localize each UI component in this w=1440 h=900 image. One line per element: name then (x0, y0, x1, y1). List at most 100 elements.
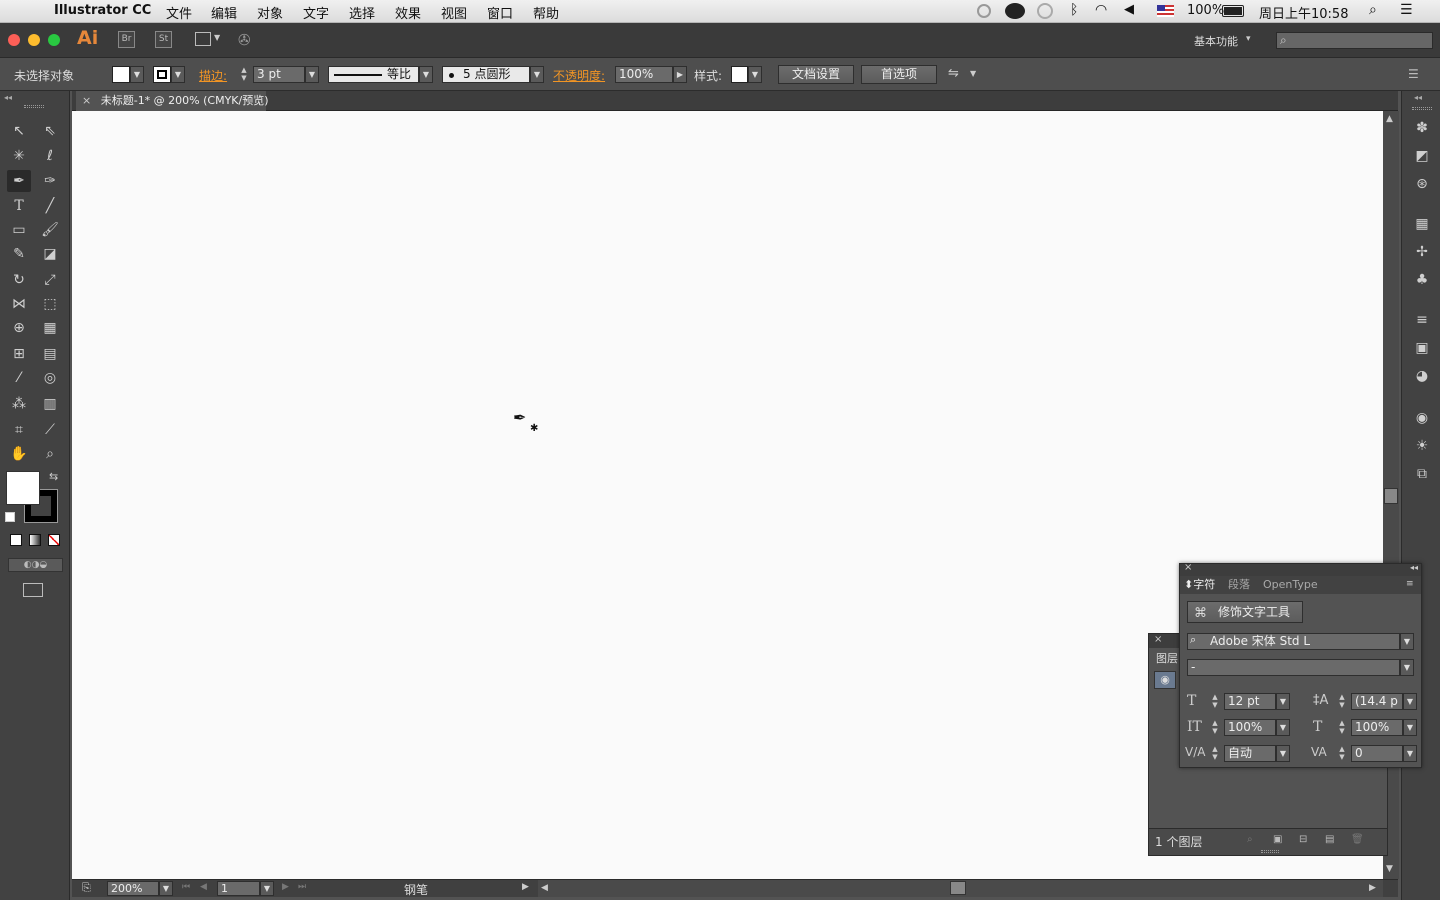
gradient-panel-icon[interactable]: ▣ (1411, 338, 1433, 358)
toolbox-grip[interactable] (24, 105, 44, 108)
zoom-level-field[interactable]: 200% (107, 881, 159, 896)
artboard-number-field[interactable]: 1 (217, 881, 260, 896)
selection-tool-icon[interactable]: ↖ (7, 120, 31, 142)
menu-view[interactable]: 视图 (441, 3, 467, 22)
tab-opentype[interactable]: OpenType (1263, 576, 1318, 594)
tracking-dropdown[interactable]: ▼ (1403, 745, 1417, 762)
menu-object[interactable]: 对象 (257, 3, 283, 22)
arrange-documents-icon[interactable] (195, 32, 211, 46)
font-style-dropdown[interactable]: ▼ (1400, 659, 1414, 676)
color-mode-icon[interactable] (10, 534, 22, 546)
creative-cloud-icon[interactable] (1005, 3, 1025, 19)
help-search-input[interactable]: ⌕ (1276, 32, 1433, 49)
kerning-stepper[interactable]: ▲ ▼ (1208, 745, 1222, 762)
horizontal-scale-dropdown[interactable]: ▼ (1403, 719, 1417, 736)
document-tab[interactable]: × 未标题-1* @ 200% (CMYK/预览) (76, 91, 269, 111)
artboard-tool-icon[interactable]: ⌗ (7, 419, 31, 441)
arrange-icon[interactable]: ⇋ (948, 66, 959, 81)
open-in-bridge-icon[interactable]: ⎘ (82, 881, 91, 895)
brush-definition[interactable]: 5 点圆形 (442, 66, 530, 83)
character-titlebar[interactable]: × ◂◂ (1180, 562, 1421, 576)
stroke-label[interactable]: 描边: (199, 67, 227, 84)
horizontal-scrollbar[interactable]: ◀ ▶ (538, 880, 1383, 897)
asset-export-icon[interactable]: ⧉ (1411, 464, 1433, 484)
stroke-panel-icon[interactable]: ≡ (1411, 310, 1433, 330)
workspace-switcher[interactable]: 基本功能 (1194, 33, 1238, 49)
gradient-mode-icon[interactable] (29, 534, 41, 546)
opacity-dropdown[interactable]: ▶ (673, 66, 687, 83)
close-window-button[interactable] (8, 34, 20, 46)
menu-type[interactable]: 文字 (303, 3, 329, 22)
type-tool-icon[interactable]: T (7, 195, 31, 217)
layers-tab[interactable]: 图层 (1156, 650, 1178, 666)
spotlight-icon[interactable]: ⌕ (1369, 2, 1377, 18)
layers-resize-grip[interactable] (1261, 850, 1279, 853)
shaper-tool-icon[interactable]: ✎ (7, 243, 31, 265)
mesh-tool-icon[interactable]: ⊞ (7, 343, 31, 365)
graphic-style-swatch[interactable] (731, 66, 748, 83)
transparency-icon[interactable]: ◕ (1411, 366, 1433, 386)
chevron-down-icon[interactable]: ▼ (214, 33, 220, 42)
collapse-toolbox-icon[interactable]: ◂◂ (4, 93, 12, 102)
default-colors-icon[interactable] (5, 512, 15, 522)
clock[interactable]: 周日上午10:58 (1259, 3, 1348, 22)
lasso-tool-icon[interactable]: ℓ (38, 145, 62, 167)
close-tab-icon[interactable]: × (82, 94, 91, 107)
tab-paragraph[interactable]: 段落 (1228, 576, 1250, 594)
screen-mode-icon[interactable] (23, 583, 43, 597)
arrange-chevron-icon[interactable]: ▼ (970, 69, 976, 78)
scroll-down-icon[interactable]: ▼ (1386, 864, 1393, 874)
brush-dropdown[interactable]: ▼ (530, 66, 544, 83)
menu-effect[interactable]: 效果 (395, 3, 421, 22)
fill-swatch[interactable] (112, 66, 130, 83)
kerning-field[interactable]: 自动 (1224, 745, 1276, 762)
rectangle-tool-icon[interactable]: ▭ (7, 219, 31, 241)
libraries-icon[interactable]: ⊛ (1411, 174, 1433, 194)
wifi-icon[interactable]: ◠ (1095, 2, 1107, 18)
color-guide-icon[interactable]: ◩ (1411, 146, 1433, 166)
profile-dropdown[interactable]: ▼ (419, 66, 433, 83)
us-flag-icon[interactable] (1157, 5, 1174, 17)
leading-stepper[interactable]: ▲ ▼ (1335, 693, 1349, 710)
drawing-modes-icon[interactable]: ◐◑◒ (8, 558, 63, 572)
scroll-right-icon[interactable]: ▶ (1369, 883, 1376, 893)
close-layers-icon[interactable]: × (1154, 634, 1162, 645)
font-size-dropdown[interactable]: ▼ (1276, 693, 1290, 710)
stock-button[interactable]: St (155, 31, 172, 48)
vertical-scale-stepper[interactable]: ▲ ▼ (1208, 719, 1222, 736)
make-clipping-mask-icon[interactable]: ▣ (1273, 834, 1282, 845)
gradient-tool-icon[interactable]: ▤ (38, 343, 62, 365)
vertical-scale-field[interactable]: 100% (1224, 719, 1276, 736)
font-family-dropdown[interactable]: ▼ (1400, 633, 1414, 650)
menu-file[interactable]: 文件 (166, 3, 192, 22)
close-character-icon[interactable]: × (1184, 562, 1192, 573)
prev-artboard-icon[interactable]: ◀ (200, 882, 207, 892)
delete-layer-icon[interactable]: 🗑 (1351, 834, 1364, 845)
menu-help[interactable]: 帮助 (533, 3, 559, 22)
time-machine-icon[interactable] (1037, 3, 1053, 19)
artboard-dropdown[interactable]: ▼ (260, 881, 274, 896)
style-dropdown[interactable]: ▼ (748, 66, 762, 83)
opacity-field[interactable]: 100% (615, 66, 673, 83)
slice-tool-icon[interactable]: ⟋ (38, 419, 62, 441)
curvature-tool-icon[interactable]: ✑ (38, 170, 62, 192)
bluetooth-icon[interactable]: ᛒ (1070, 2, 1078, 18)
zoom-dropdown[interactable]: ▼ (159, 881, 173, 896)
font-family-field[interactable]: Adobe 宋体 Std L (1187, 633, 1400, 650)
dock-grip[interactable] (1412, 107, 1432, 110)
perspective-grid-tool-icon[interactable]: ▦ (38, 317, 62, 339)
paintbrush-tool-icon[interactable]: 🖌 (38, 219, 62, 241)
new-sublayer-icon[interactable]: ⊟ (1299, 834, 1307, 845)
volume-icon[interactable]: ◀ (1124, 2, 1134, 17)
leading-dropdown[interactable]: ▼ (1403, 693, 1417, 710)
gpu-performance-icon[interactable]: ✇ (238, 31, 258, 49)
menu-edit[interactable]: 编辑 (211, 3, 237, 22)
current-tool-name[interactable]: 钢笔 (404, 881, 428, 898)
symbols-icon[interactable]: ♣ (1411, 270, 1433, 290)
stroke-weight-dropdown[interactable]: ▼ (305, 66, 319, 83)
direct-selection-tool-icon[interactable]: ⇖ (38, 120, 62, 142)
blend-tool-icon[interactable]: ◎ (38, 367, 62, 389)
panel-menu-icon[interactable]: ≡ (1406, 579, 1414, 589)
font-size-field[interactable]: 12 pt (1224, 693, 1276, 710)
control-menu-icon[interactable]: ☰ (1408, 67, 1419, 81)
